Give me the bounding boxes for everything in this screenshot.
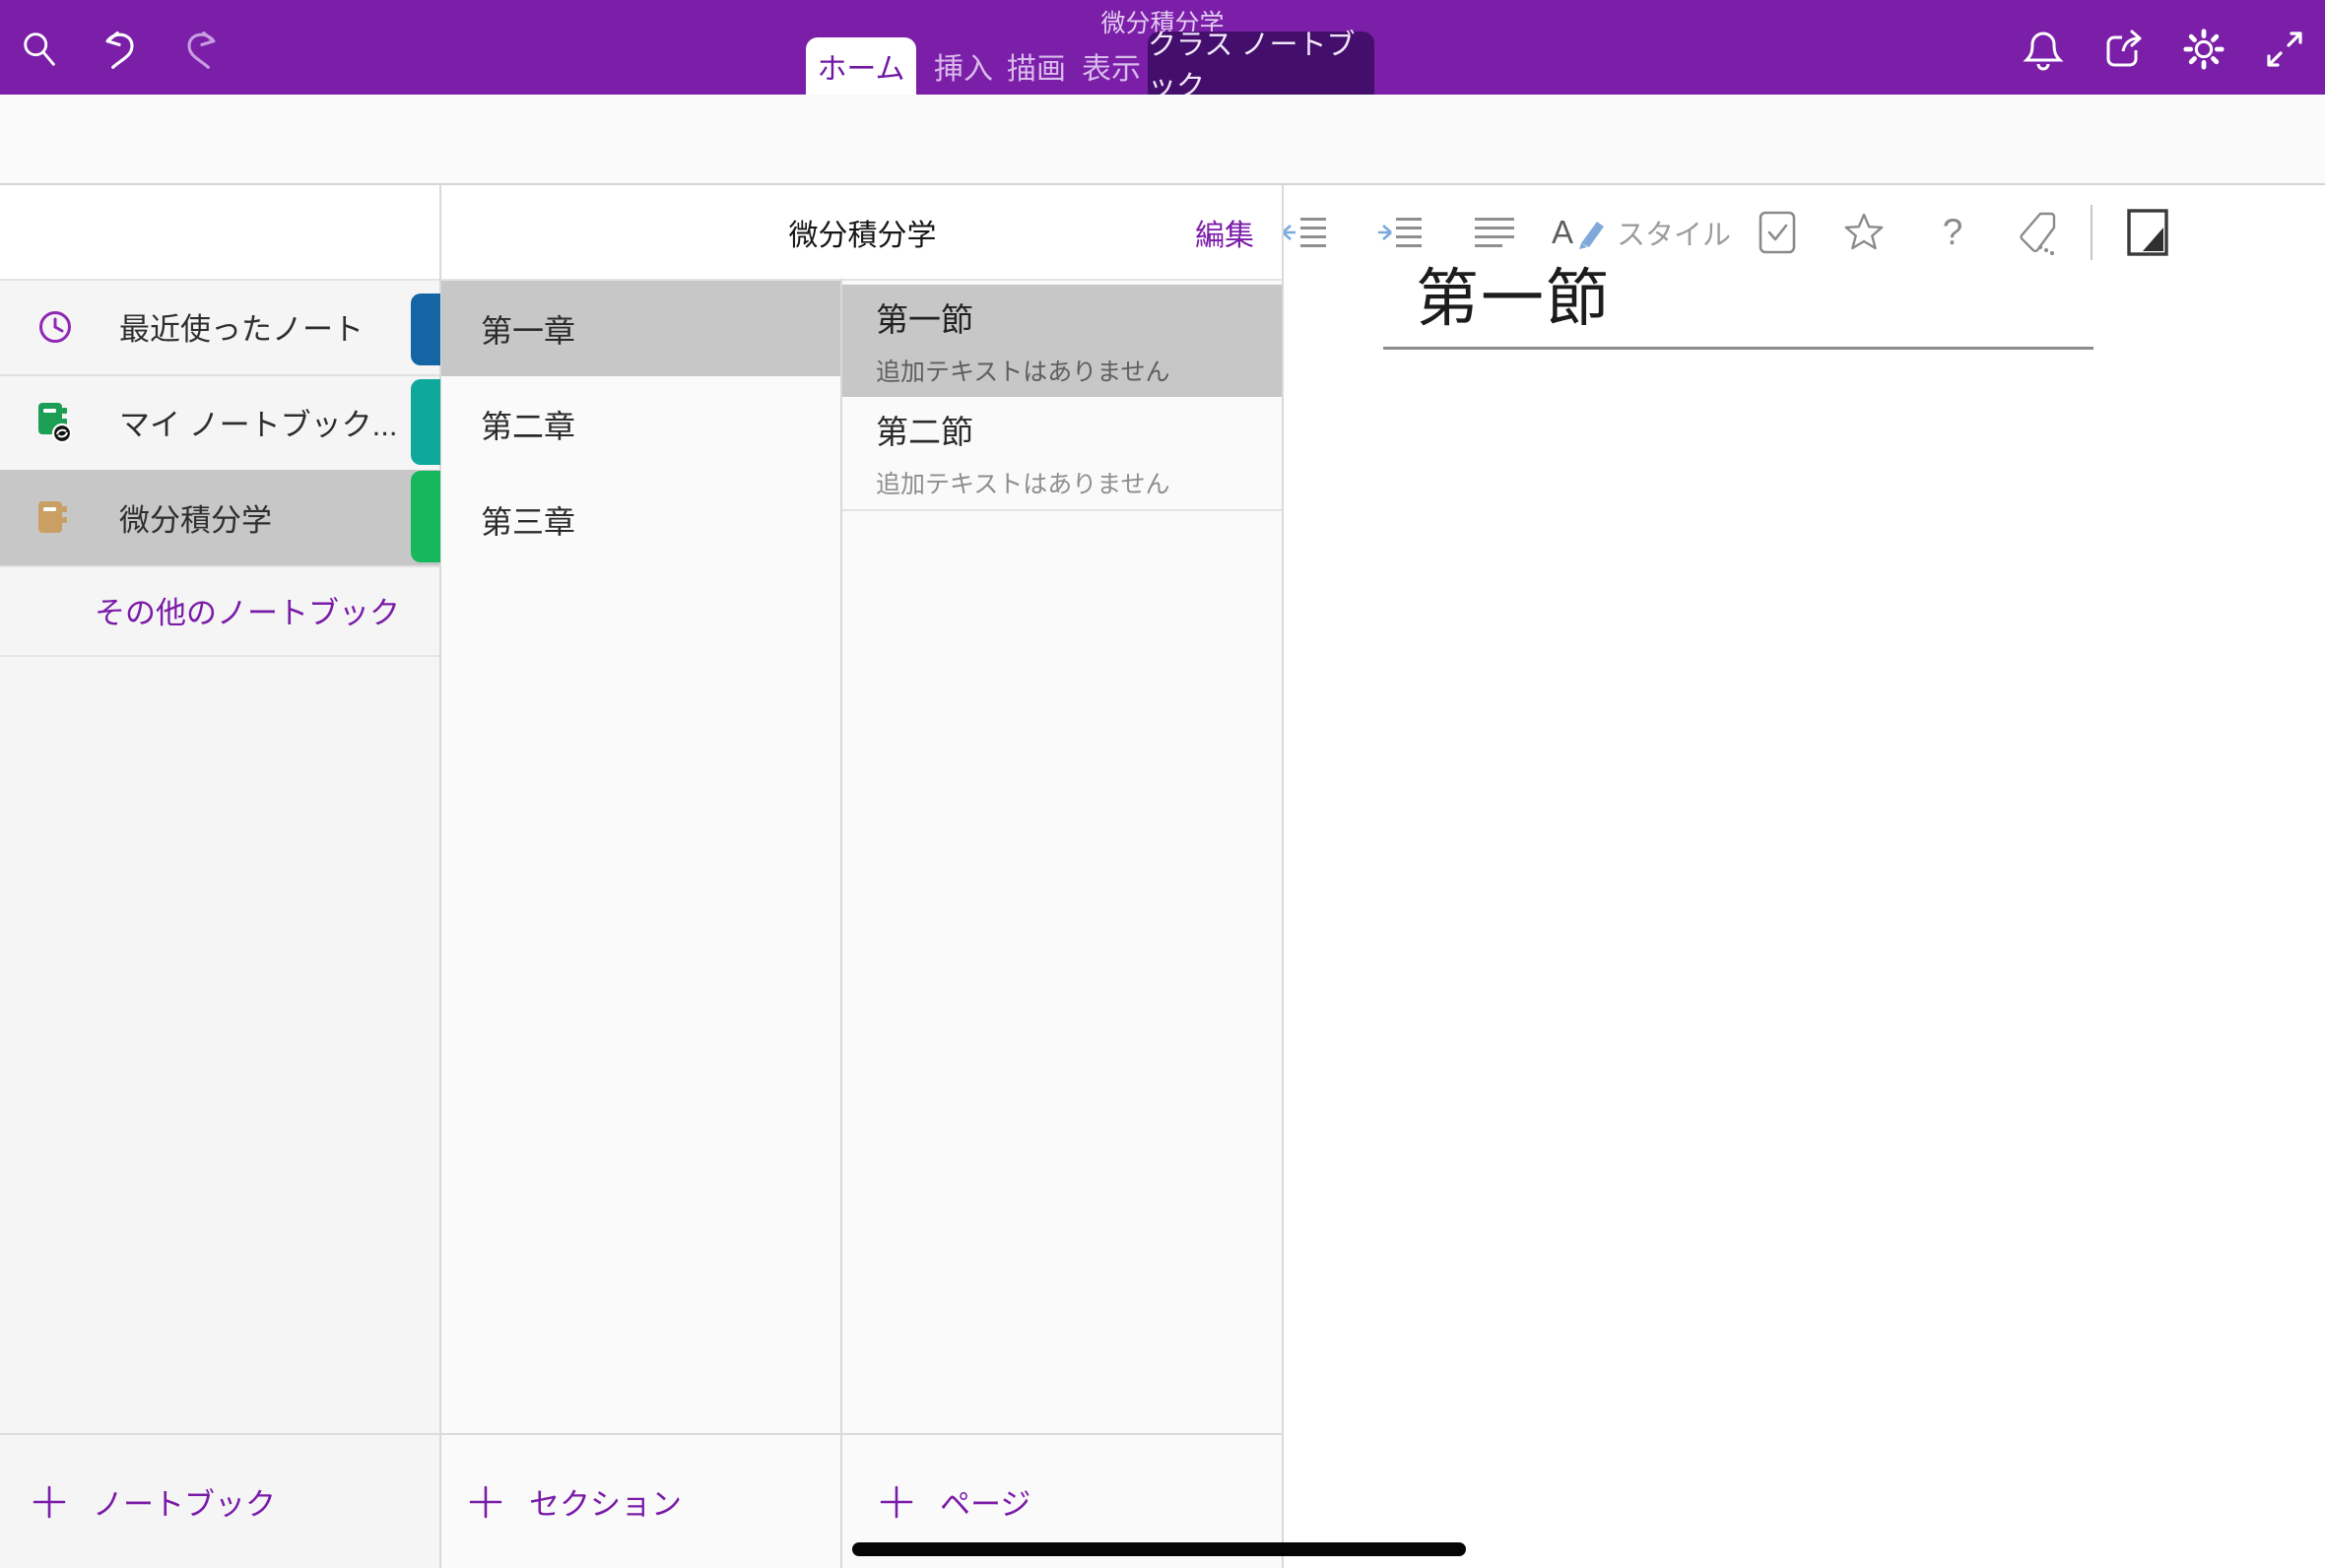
edit-button[interactable]: 編集	[1195, 185, 1254, 279]
gear-icon	[2182, 27, 2225, 72]
more-tags-button[interactable]	[2011, 189, 2066, 276]
page-subtitle-label: 追加テキストはありません	[876, 353, 1282, 388]
add-notebook-label: ノートブック	[93, 1479, 276, 1524]
share-button[interactable]	[2102, 26, 2146, 73]
plus-icon	[466, 1482, 505, 1522]
notebook-color-tab-green	[411, 471, 440, 562]
clock-icon	[24, 308, 87, 346]
style-a-glyph: A	[1552, 214, 1573, 251]
notebooks-panel-header	[0, 185, 439, 279]
align-icon	[1473, 215, 1516, 250]
add-page-label: ページ	[940, 1479, 1030, 1524]
outdent-button[interactable]	[1277, 189, 1332, 276]
onenote-app: 微分積分学 ホーム 挿入 描画 表示 クラス ノートブック	[0, 0, 2325, 1568]
plus-icon	[30, 1482, 69, 1522]
page-title-underline	[1383, 347, 2093, 350]
sidebar-item-my-notebook[interactable]: マイ ノートブック...	[0, 374, 439, 470]
sidebar-item-label: マイ ノートブック...	[119, 400, 397, 444]
page-title-label: 第一節	[876, 294, 1282, 341]
expand-icon	[2263, 28, 2306, 71]
sidebar-item-recent-notes[interactable]: 最近使ったノート	[0, 279, 439, 374]
sidebar-item-label: 最近使ったノート	[119, 304, 364, 349]
notebook-sync-icon	[24, 401, 87, 444]
section-label: 第三章	[481, 497, 575, 543]
tab-draw[interactable]: 描画	[994, 37, 1079, 95]
indent-icon	[1376, 215, 1424, 250]
format-toolbar: Yu Gothic 20 B I U abc A	[0, 95, 2325, 185]
tag-icon	[2016, 210, 2061, 255]
home-indicator[interactable]	[852, 1542, 1466, 1556]
tab-class-notebook[interactable]: クラス ノートブック	[1148, 32, 1374, 95]
style-brush-icon	[1577, 216, 1607, 249]
notifications-button[interactable]	[2022, 26, 2065, 73]
page-item-selected[interactable]: 第一節 追加テキストはありません	[842, 285, 1282, 397]
settings-button[interactable]	[2182, 26, 2225, 73]
add-section-label: セクション	[529, 1479, 682, 1524]
sidebar-item-label: 微分積分学	[119, 495, 272, 540]
todo-tag-button[interactable]	[1750, 189, 1805, 276]
question-tag-button[interactable]: ?	[1925, 189, 1980, 276]
ribbon-bar: 微分積分学 ホーム 挿入 描画 表示 クラス ノートブック	[0, 0, 2325, 95]
row-separator	[0, 655, 439, 657]
notebook-color-tab-blue	[411, 294, 440, 365]
add-section-button[interactable]: セクション	[441, 1433, 840, 1568]
section-list-header: 微分積分学 編集	[441, 185, 1284, 279]
section-label: 第一章	[481, 306, 575, 352]
tab-home[interactable]: ホーム	[806, 37, 916, 95]
notebook-icon	[24, 498, 87, 538]
star-icon	[1842, 211, 1886, 254]
more-notebooks-link[interactable]: その他のノートブック	[95, 565, 400, 655]
sidebar-item-calculus-selected[interactable]: 微分積分学	[0, 470, 439, 565]
section-header-title: 微分積分学	[789, 211, 937, 254]
tab-view[interactable]: 表示	[1069, 37, 1154, 95]
page-title-label: 第二節	[876, 406, 1282, 453]
notebook-color-tab-teal	[411, 379, 440, 465]
toolbar-divider	[2091, 205, 2092, 260]
star-tag-button[interactable]	[1836, 189, 1892, 276]
page-title-editor[interactable]: 第一節	[1416, 248, 1611, 339]
pages-content-divider	[1282, 185, 1284, 1568]
page-panel-button[interactable]	[2120, 189, 2175, 276]
plus-icon	[877, 1482, 916, 1522]
section-item[interactable]: 第二章	[441, 376, 840, 472]
share-icon	[2102, 28, 2146, 71]
section-label: 第二章	[481, 402, 575, 447]
todo-checkbox-icon	[1758, 210, 1797, 255]
bell-icon	[2022, 27, 2065, 72]
outdent-icon	[1281, 215, 1328, 250]
section-item-selected[interactable]: 第一章	[441, 281, 840, 376]
section-item[interactable]: 第三章	[441, 472, 840, 567]
fullscreen-button[interactable]	[2263, 26, 2306, 73]
row-separator	[842, 509, 1282, 511]
question-glyph: ?	[1943, 212, 1963, 253]
add-notebook-button[interactable]: ノートブック	[0, 1433, 439, 1568]
page-corner-icon	[2125, 208, 2170, 257]
page-subtitle-label: 追加テキストはありません	[876, 465, 1282, 500]
page-item[interactable]: 第二節 追加テキストはありません	[842, 397, 1282, 509]
styles-label: スタイル	[1617, 212, 1731, 253]
